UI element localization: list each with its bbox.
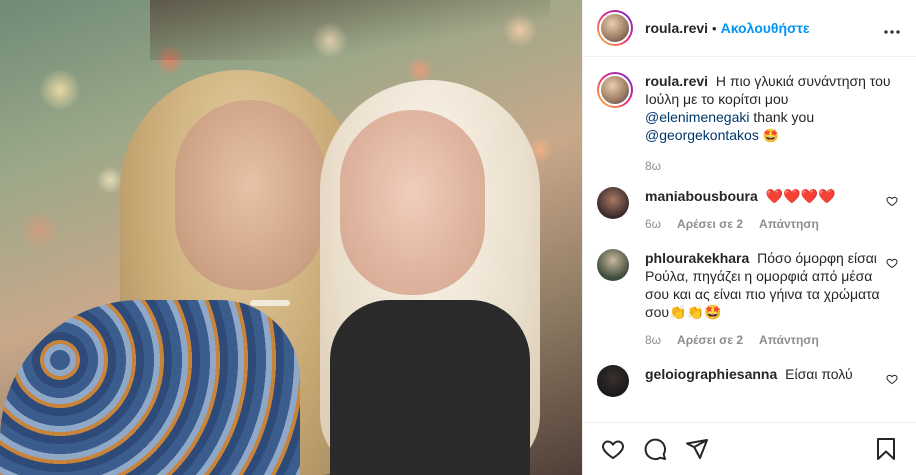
photo-background-branches: [150, 0, 550, 60]
share-icon: [686, 439, 708, 459]
comment-row: geloiographiesanna Είσαι πολύ: [597, 365, 900, 397]
caption-emoji: 🤩: [762, 128, 779, 143]
caption-text-part2: thank you: [753, 109, 815, 125]
comment-likes[interactable]: Αρέσει σε 2: [677, 217, 743, 231]
comment-time[interactable]: 6ω: [645, 217, 661, 231]
comment-text: geloiographiesanna Είσαι πολύ: [645, 365, 885, 383]
comment-row: maniabousboura ❤️❤️❤️❤️ 6ω Αρέσει σε 2 Α…: [597, 187, 900, 231]
instagram-post: roula.revi • Ακολουθήστε roula.revi Η πι…: [0, 0, 916, 475]
commenter-avatar[interactable]: [597, 365, 629, 397]
comment-time[interactable]: 8ω: [645, 333, 661, 347]
post-actions: [583, 422, 916, 475]
comment-meta: 6ω Αρέσει σε 2 Απάντηση: [645, 217, 885, 231]
commenter-avatar[interactable]: [597, 249, 629, 281]
comment-text: phlourakekhara Πόσο όμορφη είσαι Ρούλα, …: [645, 249, 885, 321]
comment-button[interactable]: [641, 435, 669, 463]
caption-username[interactable]: roula.revi: [645, 73, 708, 89]
caption-time[interactable]: 8ω: [645, 159, 661, 173]
reply-button[interactable]: Απάντηση: [759, 333, 819, 347]
post-header: roula.revi • Ακολουθήστε: [583, 0, 916, 57]
photo-left-person-face: [175, 100, 325, 290]
share-button[interactable]: [683, 435, 711, 463]
save-button[interactable]: [872, 435, 900, 463]
photo-right-person-face: [340, 110, 485, 295]
photo-right-person-top: [330, 300, 530, 475]
comments-list[interactable]: roula.revi Η πιο γλυκιά συνάντηση του Ιο…: [583, 58, 916, 422]
follow-button[interactable]: Ακολουθήστε: [721, 20, 810, 36]
reply-button[interactable]: Απάντηση: [759, 217, 819, 231]
comment-row: phlourakekhara Πόσο όμορφη είσαι Ρούλα, …: [597, 249, 900, 347]
caption-text: roula.revi Η πιο γλυκιά συνάντηση του Ιο…: [645, 72, 895, 145]
comment-body: ❤️❤️❤️❤️: [765, 188, 836, 204]
comment-username[interactable]: phlourakekhara: [645, 250, 749, 266]
comment-meta: 8ω Αρέσει σε 2 Απάντηση: [645, 333, 885, 347]
caption-mention-2[interactable]: @georgekontakos: [645, 127, 759, 143]
post-sidebar: roula.revi • Ακολουθήστε roula.revi Η πι…: [582, 0, 916, 475]
bookmark-icon: [877, 438, 895, 460]
comment-likes[interactable]: Αρέσει σε 2: [677, 333, 743, 347]
more-icon: [884, 29, 900, 34]
heart-outline-icon: [886, 374, 898, 385]
heart-outline-icon: [886, 258, 898, 269]
author-avatar-image: [599, 12, 631, 44]
caption-avatar-image: [599, 74, 631, 106]
author-username[interactable]: roula.revi: [645, 20, 708, 36]
comment-username[interactable]: geloiographiesanna: [645, 366, 777, 382]
comment-like-button[interactable]: [886, 373, 898, 385]
more-options-button[interactable]: [884, 18, 900, 39]
post-photo[interactable]: [0, 0, 582, 475]
comment-like-button[interactable]: [886, 195, 898, 207]
comment-username[interactable]: maniabousboura: [645, 188, 758, 204]
photo-necklace: [250, 300, 290, 306]
comment-icon: [644, 438, 667, 461]
heart-outline-icon: [886, 196, 898, 207]
comment-body: Είσαι πολύ: [785, 366, 853, 382]
separator-dot: •: [712, 20, 717, 36]
caption-avatar[interactable]: [597, 72, 633, 108]
author-avatar[interactable]: [597, 10, 633, 46]
heart-icon: [602, 440, 624, 460]
photo-left-person-blouse: [0, 300, 300, 475]
caption-mention-1[interactable]: @elenimenegaki: [645, 109, 750, 125]
comment-text: maniabousboura ❤️❤️❤️❤️: [645, 187, 885, 205]
comment-like-button[interactable]: [886, 257, 898, 269]
caption-row: roula.revi Η πιο γλυκιά συνάντηση του Ιο…: [597, 72, 900, 173]
caption-meta: 8ω: [645, 159, 895, 173]
like-button[interactable]: [599, 435, 627, 463]
commenter-avatar[interactable]: [597, 187, 629, 219]
